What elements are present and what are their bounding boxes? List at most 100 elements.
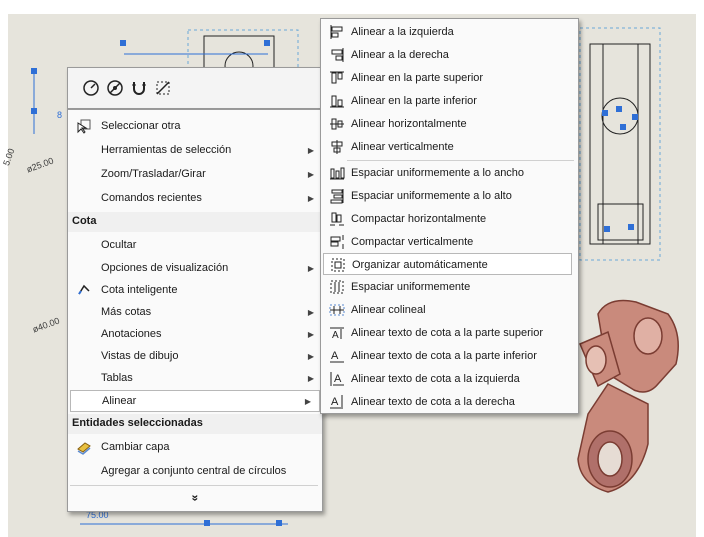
menu-item-display-options[interactable]: Opciones de visualización ▶ — [68, 257, 322, 279]
menu-item-label: Zoom/Trasladar/Girar — [101, 168, 206, 180]
menu-item-selection-tools[interactable]: Herramientas de selección ▶ — [68, 139, 322, 161]
tighten-vertical-icon — [330, 235, 344, 249]
selection-handle — [616, 106, 622, 112]
menu-item-label: Anotaciones — [101, 328, 162, 340]
section-title: Entidades seleccionadas — [72, 417, 203, 429]
smart-dimension-icon[interactable] — [82, 79, 100, 97]
menu-item-add-to-bolt-circle[interactable]: Agregar a conjunto central de círculos — [68, 460, 322, 482]
submenu-item-text-bottom[interactable]: A Alinear texto de cota a la parte infer… — [321, 345, 578, 367]
submenu-item-text-left[interactable]: A Alinear texto de cota a la izquierda — [321, 368, 578, 390]
align-top-icon — [330, 71, 344, 84]
menu-item-label: Cambiar capa — [101, 441, 170, 453]
menu-item-annotations[interactable]: Anotaciones ▶ — [68, 323, 322, 345]
menu-item-change-layer[interactable]: Cambiar capa — [68, 436, 322, 458]
submenu-item-label: Alinear texto de cota a la izquierda — [351, 373, 520, 385]
menu-item-label: Tablas — [101, 372, 133, 384]
tighten-horizontal-icon — [330, 212, 344, 226]
submenu-arrow-icon: ▶ — [307, 263, 314, 273]
expand-menu-button[interactable]: » — [68, 487, 322, 509]
menu-item-label: Opciones de visualización — [101, 262, 229, 274]
submenu-item-label: Alinear horizontalmente — [351, 118, 467, 130]
select-other-icon — [77, 119, 91, 134]
submenu-arrow-icon: ▶ — [307, 351, 314, 361]
svg-text:A: A — [331, 396, 339, 408]
section-title: Cota — [72, 215, 97, 227]
submenu-item-label: Alinear a la derecha — [351, 49, 449, 61]
submenu-item-align-vertical[interactable]: Alinear verticalmente — [321, 136, 578, 158]
menu-item-smart-dimension[interactable]: Cota inteligente — [68, 279, 322, 301]
layer-icon — [77, 442, 91, 455]
menu-item-label: Vistas de dibujo — [101, 350, 179, 362]
menu-item-zoom-pan-rotate[interactable]: Zoom/Trasladar/Girar ▶ — [68, 163, 322, 185]
selection-handle — [620, 124, 626, 130]
submenu-item-label: Compactar verticalmente — [351, 236, 474, 248]
svg-text:A: A — [331, 350, 339, 362]
selection-handle — [628, 224, 634, 230]
align-bottom-icon — [330, 95, 344, 108]
submenu-item-text-right[interactable]: A Alinear texto de cota a la derecha — [321, 391, 578, 413]
submenu-item-label: Alinear verticalmente — [351, 141, 454, 153]
submenu-item-label: Alinear texto de cota a la parte inferio… — [351, 350, 537, 362]
submenu-item-space-down[interactable]: Espaciar uniformemente a lo alto — [321, 185, 578, 207]
menu-item-label: Herramientas de selección — [101, 144, 232, 156]
submenu-item-tighten-horizontal[interactable]: Compactar horizontalmente — [321, 208, 578, 230]
text-right-icon: A — [330, 395, 343, 409]
submenu-item-auto-arrange[interactable]: Organizar automáticamente — [323, 253, 572, 275]
submenu-item-align-top[interactable]: Alinear en la parte superior — [321, 67, 578, 89]
submenu-item-space-evenly[interactable]: Espaciar uniformemente — [321, 276, 578, 298]
menu-item-select-other[interactable]: Seleccionar otra — [68, 115, 322, 137]
part-outline — [589, 43, 651, 245]
menu-item-hide[interactable]: Ocultar — [68, 234, 322, 256]
selection-handle — [31, 68, 37, 74]
submenu-item-tighten-vertical[interactable]: Compactar verticalmente — [321, 231, 578, 253]
submenu-item-label: Alinear en la parte inferior — [351, 95, 477, 107]
selection-handle — [31, 108, 37, 114]
context-toolbar — [67, 67, 323, 109]
space-down-icon — [330, 189, 344, 204]
auto-dimension-icon[interactable] — [154, 79, 172, 97]
submenu-item-label: Alinear en la parte superior — [351, 72, 484, 84]
align-right-icon — [331, 48, 344, 62]
menu-item-align[interactable]: Alinear ▶ — [70, 390, 320, 412]
auto-arrange-icon — [331, 258, 345, 272]
submenu-divider — [347, 160, 574, 161]
submenu-item-label: Organizar automáticamente — [352, 259, 488, 271]
submenu-arrow-icon: ▶ — [304, 396, 311, 406]
selection-handle — [120, 40, 126, 46]
context-menu: Seleccionar otra Herramientas de selecci… — [67, 109, 323, 512]
magnet-icon[interactable] — [130, 79, 148, 97]
submenu-item-space-across[interactable]: Espaciar uniformemente a lo ancho — [321, 162, 578, 184]
svg-text:A: A — [332, 330, 339, 341]
submenu-item-label: Alinear texto de cota a la parte superio… — [351, 327, 544, 339]
menu-item-label: Más cotas — [101, 306, 152, 318]
submenu-item-align-left[interactable]: Alinear a la izquierda — [321, 21, 578, 43]
submenu-item-label: Espaciar uniformemente — [351, 281, 471, 293]
selection-handle — [276, 520, 282, 526]
selection-handle — [604, 226, 610, 232]
menu-item-tables[interactable]: Tablas ▶ — [68, 367, 322, 389]
isometric-part — [577, 299, 679, 493]
dimension-text[interactable]: 8 — [57, 110, 62, 120]
submenu-arrow-icon: ▶ — [307, 329, 314, 339]
align-left-icon — [330, 25, 343, 39]
menu-item-recent-commands[interactable]: Comandos recientes ▶ — [68, 187, 322, 209]
view-bounding-box — [579, 27, 661, 261]
submenu-item-text-top[interactable]: A Alinear texto de cota a la parte super… — [321, 322, 578, 344]
selection-handle — [204, 520, 210, 526]
menu-item-drawing-views[interactable]: Vistas de dibujo ▶ — [68, 345, 322, 367]
menu-item-label: Comandos recientes — [101, 192, 202, 204]
submenu-item-align-horizontal[interactable]: Alinear horizontalmente — [321, 113, 578, 135]
space-evenly-icon — [330, 280, 344, 294]
submenu-item-collinear[interactable]: Alinear colineal — [321, 299, 578, 321]
submenu-item-align-bottom[interactable]: Alinear en la parte inferior — [321, 90, 578, 112]
submenu-item-label: Alinear texto de cota a la derecha — [351, 396, 515, 408]
menu-item-label: Alinear — [102, 395, 137, 407]
text-top-icon: A — [330, 327, 344, 341]
no-dimension-icon[interactable] — [106, 79, 124, 97]
smart-dimension-icon — [78, 284, 90, 295]
menu-item-more-dimensions[interactable]: Más cotas ▶ — [68, 301, 322, 323]
submenu-item-align-right[interactable]: Alinear a la derecha — [321, 44, 578, 66]
submenu-item-label: Compactar horizontalmente — [351, 213, 487, 225]
menu-item-label: Cota inteligente — [101, 284, 178, 296]
align-horizontal-icon — [330, 118, 344, 130]
